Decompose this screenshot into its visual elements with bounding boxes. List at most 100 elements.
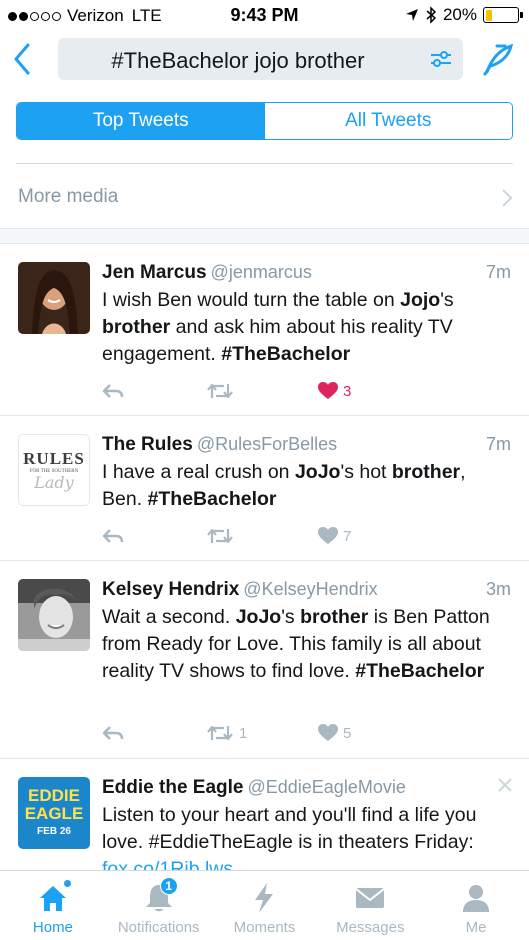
tab-home[interactable]: Home bbox=[0, 871, 106, 940]
tab-label: Me bbox=[465, 919, 487, 936]
author-handle[interactable]: @jenmarcus bbox=[211, 262, 312, 282]
tweet[interactable]: Jen Marcus @jenmarcus 7m I wish Ben would… bbox=[0, 244, 529, 416]
avatar[interactable] bbox=[18, 262, 90, 334]
battery-percent: 20% bbox=[442, 5, 477, 24]
tweet-header: Eddie the Eagle @EddieEagleMovie bbox=[102, 775, 511, 800]
tweet-header: The Rules @RulesForBelles 7m bbox=[102, 432, 511, 457]
avatar[interactable]: EDDIE EAGLE FEB 26 bbox=[18, 777, 90, 849]
tweet[interactable]: EDDIE EAGLE FEB 26 Eddie the Eagle @Eddie… bbox=[0, 759, 529, 879]
heart-icon bbox=[318, 527, 338, 544]
tab-notifications[interactable]: 1 Notifications bbox=[106, 871, 212, 940]
retweet-icon bbox=[207, 383, 233, 399]
tweet-actions: 1 5 bbox=[102, 722, 351, 744]
reply-button[interactable] bbox=[102, 383, 126, 399]
retweet-count: 1 bbox=[239, 724, 248, 742]
tab-all-tweets[interactable]: All Tweets bbox=[264, 103, 512, 139]
tweet-header: Kelsey Hendrix @KelseyHendrix 3m bbox=[102, 577, 511, 602]
reply-icon bbox=[102, 384, 124, 398]
like-count: 3 bbox=[343, 382, 352, 400]
envelope-icon bbox=[353, 881, 387, 915]
person-icon bbox=[459, 881, 493, 915]
author-name[interactable]: Jen Marcus bbox=[102, 262, 207, 283]
search-input[interactable]: #TheBachelor jojo brother bbox=[58, 38, 463, 80]
heart-icon bbox=[318, 382, 338, 399]
tweet-text: I wish Ben would turn the table on Jojo'… bbox=[102, 289, 454, 365]
tweet-content: Jen Marcus @jenmarcus 7m I wish Ben would… bbox=[102, 260, 511, 368]
compose-tweet-icon[interactable] bbox=[483, 42, 515, 76]
avatar-logo-title: RULES bbox=[23, 449, 85, 468]
tweet[interactable]: Kelsey Hendrix @KelseyHendrix 3m Wait a s… bbox=[0, 561, 529, 759]
divider bbox=[16, 163, 513, 164]
section-divider bbox=[0, 228, 529, 244]
battery-icon bbox=[483, 7, 523, 23]
tweet-header: Jen Marcus @jenmarcus 7m bbox=[102, 260, 511, 285]
reply-button[interactable] bbox=[102, 725, 126, 741]
chevron-left-icon[interactable] bbox=[12, 42, 32, 76]
tweet-content: The Rules @RulesForBelles 7m I have a rea… bbox=[102, 432, 511, 513]
more-media-row[interactable]: More media bbox=[0, 170, 529, 224]
tweet-text: Listen to your heart and you'll find a l… bbox=[102, 804, 477, 879]
tab-label: Home bbox=[32, 919, 73, 936]
avatar-logo-date: FEB 26 bbox=[37, 826, 71, 837]
more-media-label: More media bbox=[18, 186, 119, 207]
tweet-filter-tabs: Top Tweets All Tweets bbox=[16, 102, 513, 140]
reply-icon bbox=[102, 726, 124, 740]
tab-moments[interactable]: Moments bbox=[212, 871, 318, 940]
status-bar: Verizon LTE 9:43 PM 20% bbox=[0, 0, 529, 32]
reply-icon bbox=[102, 529, 124, 543]
search-header: #TheBachelor jojo brother bbox=[0, 32, 529, 90]
bottom-tab-bar: Home 1 Notifications Moments Messages Me bbox=[0, 870, 529, 940]
tab-label: Moments bbox=[233, 919, 296, 936]
retweet-icon bbox=[207, 528, 233, 544]
new-content-dot bbox=[62, 879, 72, 888]
retweet-button[interactable] bbox=[206, 527, 239, 545]
author-handle[interactable]: @RulesForBelles bbox=[197, 434, 337, 454]
author-name[interactable]: The Rules bbox=[102, 434, 193, 455]
like-count: 7 bbox=[343, 527, 352, 545]
tweet-timestamp: 3m bbox=[485, 579, 511, 599]
location-arrow-icon bbox=[405, 9, 418, 21]
like-button[interactable]: 5 bbox=[318, 724, 351, 742]
author-name[interactable]: Kelsey Hendrix bbox=[102, 579, 239, 600]
status-right: 20% bbox=[405, 5, 523, 25]
tweet-text: Wait a second. JoJo's brother is Ben Pat… bbox=[102, 606, 490, 682]
tweet-text: I have a real crush on JoJo's hot brothe… bbox=[102, 461, 466, 510]
avatar[interactable] bbox=[18, 579, 90, 651]
tab-top-tweets[interactable]: Top Tweets bbox=[17, 103, 265, 139]
chevron-right-icon bbox=[502, 189, 513, 207]
bell-icon: 1 bbox=[142, 877, 178, 915]
home-icon bbox=[36, 879, 72, 915]
lightning-icon bbox=[247, 881, 281, 915]
bluetooth-icon bbox=[426, 6, 437, 24]
author-name[interactable]: Eddie the Eagle bbox=[102, 777, 243, 798]
dismiss-icon[interactable] bbox=[497, 777, 513, 793]
tweet-actions: 3 bbox=[102, 380, 351, 402]
retweet-icon bbox=[207, 725, 233, 741]
retweet-button[interactable]: 1 bbox=[206, 724, 247, 742]
reply-button[interactable] bbox=[102, 528, 126, 544]
tweet[interactable]: RULES FOR THE SOUTHERN Lady The Rules @Ru… bbox=[0, 416, 529, 561]
tab-me[interactable]: Me bbox=[423, 871, 529, 940]
notification-badge: 1 bbox=[159, 877, 178, 895]
like-button[interactable]: 7 bbox=[318, 527, 351, 545]
like-count: 5 bbox=[343, 724, 352, 742]
tweet-timestamp: 7m bbox=[485, 262, 511, 282]
tweet-timestamp: 7m bbox=[485, 434, 511, 454]
author-handle[interactable]: @KelseyHendrix bbox=[243, 579, 377, 599]
tab-label: Messages bbox=[336, 919, 405, 936]
tab-label: Notifications bbox=[117, 919, 200, 936]
avatar-logo-line1: EDDIE bbox=[28, 786, 80, 805]
avatar[interactable]: RULES FOR THE SOUTHERN Lady bbox=[18, 434, 90, 506]
filter-sliders-icon[interactable] bbox=[429, 48, 453, 70]
avatar-logo-line2: EAGLE bbox=[24, 804, 84, 823]
heart-icon bbox=[318, 724, 338, 741]
avatar-logo-script: Lady bbox=[34, 473, 74, 492]
tweet-actions: 7 bbox=[102, 525, 351, 547]
tweet-content: Kelsey Hendrix @KelseyHendrix 3m Wait a s… bbox=[102, 577, 511, 685]
author-handle[interactable]: @EddieEagleMovie bbox=[247, 777, 405, 797]
search-query: #TheBachelor jojo brother bbox=[111, 48, 365, 73]
like-button[interactable]: 3 bbox=[318, 382, 351, 400]
retweet-button[interactable] bbox=[206, 382, 239, 400]
tweet-content: Eddie the Eagle @EddieEagleMovie Listen t… bbox=[102, 775, 511, 879]
tab-messages[interactable]: Messages bbox=[317, 871, 423, 940]
